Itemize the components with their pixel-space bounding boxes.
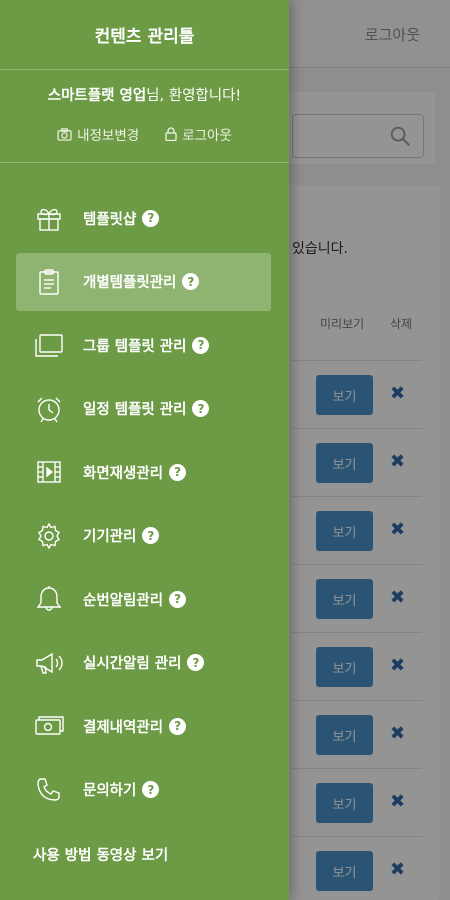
menu-item-template-shop[interactable]: 템플릿샵 ?: [16, 189, 271, 247]
menu-item-inquiry[interactable]: 문의하기 ?: [16, 761, 271, 819]
windows-icon: [34, 330, 64, 360]
gift-icon: [34, 203, 64, 233]
welcome-suffix: 님, 환영합니다!: [146, 88, 242, 104]
clipboard-icon: [34, 267, 64, 297]
drawer-logout-link[interactable]: 로그아웃: [165, 124, 232, 144]
phone-icon: [34, 775, 64, 805]
menu-item-schedule-templates[interactable]: 일정 템플릿 관리 ?: [16, 380, 271, 438]
film-icon: [34, 457, 64, 487]
camera-icon: [57, 127, 72, 141]
menu-label: 결제내역관리: [83, 719, 164, 736]
edit-info-link[interactable]: 내정보변경: [57, 124, 139, 144]
help-icon[interactable]: ?: [192, 400, 210, 417]
video-tutorial-link[interactable]: 사용 방법 동영상 보기: [33, 844, 168, 865]
help-icon[interactable]: ?: [169, 717, 187, 735]
menu-item-device-management[interactable]: 기기관리 ?: [16, 507, 271, 565]
gear-icon: [34, 521, 64, 551]
help-icon[interactable]: ?: [187, 654, 205, 671]
alarm-clock-icon: [34, 394, 64, 424]
menu-item-realtime-notification[interactable]: 실시간알림 관리 ?: [16, 634, 271, 692]
help-icon[interactable]: ?: [192, 336, 210, 354]
menu-label: 템플릿샵: [83, 211, 137, 228]
menu-item-payment-history[interactable]: 결제내역관리 ?: [16, 697, 271, 755]
account-links: 내정보변경 로그아웃: [0, 124, 289, 144]
drawer-menu: 템플릿샵 ? 개별템플릿관리 ? 그룹 템플릿 관리 ? 일정 템플릿 관리 ?: [16, 189, 271, 824]
menu-label: 화면재생관리: [83, 465, 164, 482]
menu-label: 문의하기: [83, 783, 137, 799]
menu-item-queue-notification[interactable]: 순번알림관리 ?: [16, 570, 271, 628]
help-icon[interactable]: ?: [142, 209, 160, 227]
menu-label: 실시간알림 관리: [83, 656, 182, 672]
help-icon[interactable]: ?: [169, 463, 187, 481]
help-icon[interactable]: ?: [142, 527, 160, 544]
menu-label: 일정 템플릿 관리: [83, 402, 187, 418]
lock-icon: [165, 127, 177, 141]
money-icon: [34, 711, 64, 741]
welcome-name: 스마트플랫 영업: [47, 88, 147, 104]
menu-item-group-templates[interactable]: 그룹 템플릿 관리 ?: [16, 316, 271, 374]
welcome-message: 스마트플랫 영업님, 환영합니다!: [0, 84, 289, 105]
help-icon[interactable]: ?: [182, 273, 200, 290]
drawer-divider: [0, 162, 289, 163]
menu-item-screen-playback[interactable]: 화면재생관리 ?: [16, 443, 271, 501]
menu-label: 기기관리: [83, 529, 137, 545]
menu-label: 순번알림관리: [83, 592, 164, 609]
help-icon[interactable]: ?: [169, 590, 187, 608]
edit-info-label: 내정보변경: [77, 128, 140, 144]
logout-label: 로그아웃: [182, 128, 232, 144]
drawer-title: 컨텐츠 관리툴: [0, 0, 289, 70]
bell-icon: [34, 584, 64, 614]
menu-label: 개별템플릿관리: [83, 275, 177, 291]
side-drawer: 컨텐츠 관리툴 스마트플랫 영업님, 환영합니다! 내정보변경 로그아웃 템플릿…: [0, 0, 289, 900]
megaphone-icon: [34, 648, 64, 678]
menu-label: 그룹 템플릿 관리: [83, 338, 187, 355]
menu-item-individual-templates[interactable]: 개별템플릿관리 ?: [16, 252, 271, 311]
help-icon[interactable]: ?: [142, 781, 160, 798]
